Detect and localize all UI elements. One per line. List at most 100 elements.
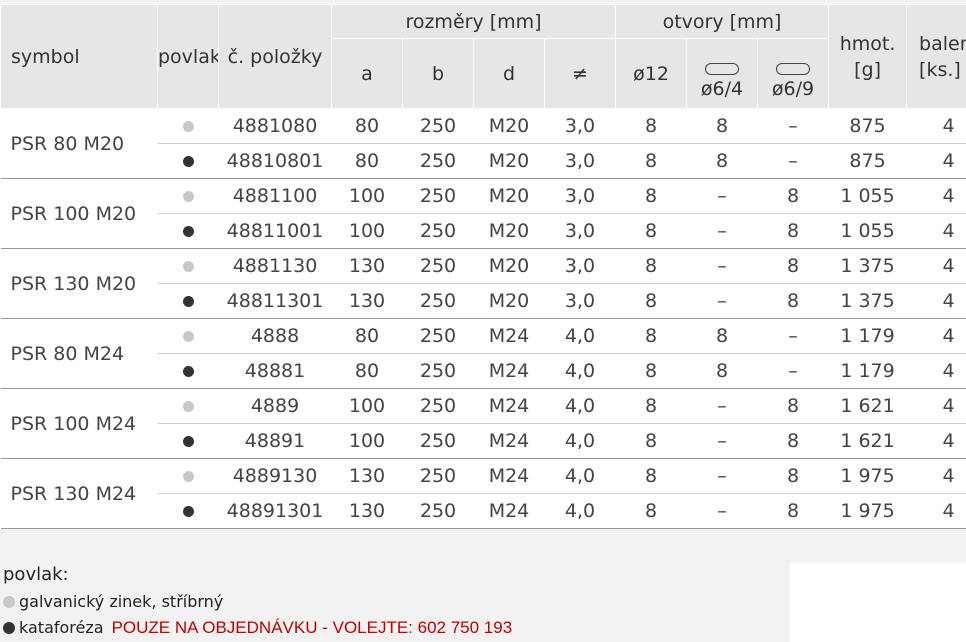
o12-cell: 8 <box>615 423 687 459</box>
d-cell: M24 <box>473 388 545 424</box>
light-dot-icon <box>182 331 194 342</box>
o64-cell: 8 <box>686 108 758 144</box>
a-cell: 130 <box>331 283 403 319</box>
hmot-cell: 1 055 <box>828 178 907 214</box>
hmot-cell: 1 055 <box>828 213 907 249</box>
d-cell: M20 <box>473 213 545 249</box>
table-row: PSR 100 M20 4881100 100 250 M20 3,0 8–8 1 055 4 <box>0 178 966 249</box>
symbol-cell: PSR 130 M20 <box>0 248 158 319</box>
d-cell: M24 <box>473 318 545 354</box>
legend-dark-label: kataforéza <box>19 618 104 637</box>
order-note: POUZE NA OBJEDNÁVKU - VOLEJTE: 602 750 1… <box>111 618 513 637</box>
light-dot-icon <box>3 596 15 608</box>
d-cell: M20 <box>473 143 545 179</box>
o69-cell: 8 <box>757 248 829 284</box>
b-cell: 250 <box>402 108 474 144</box>
header-a: a <box>331 38 403 109</box>
baleni-cell: 4 <box>906 143 966 179</box>
d-cell: M20 <box>473 108 545 144</box>
baleni-cell: 4 <box>906 178 966 214</box>
baleni-cell: 4 <box>906 423 966 459</box>
hmot-cell: 875 <box>828 108 907 144</box>
neq-cell: 4,0 <box>544 423 616 459</box>
o12-cell: 8 <box>615 143 687 179</box>
o69-cell: 8 <box>757 213 829 249</box>
o12-cell: 8 <box>615 458 687 494</box>
baleni-cell: 4 <box>906 493 966 529</box>
d-cell: M20 <box>473 248 545 284</box>
symbol-cell: PSR 100 M20 <box>0 178 158 249</box>
hmot-cell: 1 375 <box>828 283 907 319</box>
polozka-cell: 48810801 <box>218 143 332 179</box>
hmot-cell: 875 <box>828 143 907 179</box>
neq-cell: 3,0 <box>544 283 616 319</box>
header-d: d <box>473 38 545 109</box>
polozka-cell: 48881 <box>218 353 332 389</box>
b-cell: 250 <box>402 423 474 459</box>
polozka-cell: 4889 <box>218 388 332 424</box>
o64-cell: – <box>686 283 758 319</box>
polozka-cell: 4881080 <box>218 108 332 144</box>
o64-cell: – <box>686 178 758 214</box>
dark-dot-icon <box>182 366 194 377</box>
o64-cell: 8 <box>686 143 758 179</box>
a-cell: 100 <box>331 178 403 214</box>
povlak-cell <box>157 108 219 144</box>
b-cell: 250 <box>402 213 474 249</box>
neq-cell: 3,0 <box>544 143 616 179</box>
a-cell: 130 <box>331 248 403 284</box>
a-cell: 130 <box>331 458 403 494</box>
table-body: PSR 80 M20 4881080 80 250 M20 3,0 8 8–875 4 48810… <box>0 108 966 529</box>
o12-cell: 8 <box>615 388 687 424</box>
neq-cell: 3,0 <box>544 248 616 284</box>
d-cell: M20 <box>473 283 545 319</box>
povlak-cell <box>157 353 219 389</box>
table-row: PSR 130 M24 4889130 130 250 M24 4,0 8–8 1 975 4 <box>0 458 966 529</box>
light-dot-icon <box>182 261 194 272</box>
polozka-cell: 48811001 <box>218 213 332 249</box>
hmot-cell: 1 975 <box>828 493 907 529</box>
header-hmot: hmot. [g] <box>828 4 908 109</box>
b-cell: 250 <box>402 493 474 529</box>
o69-cell: 8 <box>757 458 829 494</box>
table-row: PSR 100 M24 4889 100 250 M24 4,0 8–8 1 621 4 <box>0 388 966 459</box>
o12-cell: 8 <box>615 318 687 354</box>
baleni-cell: 4 <box>906 108 966 144</box>
o64-cell: – <box>686 248 758 284</box>
light-dot-icon <box>182 471 194 482</box>
legend: povlak: galvanický zinek, stříbrný kataf… <box>0 562 790 642</box>
o64-cell: 8 <box>686 318 758 354</box>
symbol-cell: PSR 100 M24 <box>0 388 158 459</box>
o12-cell: 8 <box>615 493 687 529</box>
o69-cell: – <box>757 108 829 144</box>
a-cell: 80 <box>331 108 403 144</box>
polozka-cell: 48811301 <box>218 283 332 319</box>
povlak-cell <box>157 143 219 179</box>
baleni-cell: 4 <box>906 388 966 424</box>
baleni-cell: 4 <box>906 458 966 494</box>
b-cell: 250 <box>402 318 474 354</box>
legend-dark-row: kataforéza POUZE NA OBJEDNÁVKU - VOLEJTE:… <box>3 618 512 638</box>
dark-dot-icon <box>182 156 194 167</box>
o69-cell: – <box>757 353 829 389</box>
a-cell: 100 <box>331 388 403 424</box>
d-cell: M24 <box>473 353 545 389</box>
povlak-cell <box>157 178 219 214</box>
dark-dot-icon <box>182 296 194 307</box>
table-row: PSR 130 M20 4881130 130 250 M20 3,0 8–8 1 375 4 <box>0 248 966 319</box>
o64-cell: – <box>686 493 758 529</box>
slot-hole-icon <box>776 63 811 75</box>
baleni-cell: 4 <box>906 283 966 319</box>
header-o64: ø6/4 <box>686 38 759 109</box>
povlak-cell <box>157 493 219 529</box>
o69-cell: – <box>757 318 829 354</box>
header-o64-label: ø6/4 <box>700 78 744 100</box>
header-b: b <box>402 38 474 109</box>
o69-cell: 8 <box>757 493 829 529</box>
baleni-cell: 4 <box>906 353 966 389</box>
o12-cell: 8 <box>615 178 687 214</box>
hmot-cell: 1 621 <box>828 388 907 424</box>
b-cell: 250 <box>402 388 474 424</box>
a-cell: 80 <box>331 353 403 389</box>
header-o69: ø6/9 <box>757 38 830 109</box>
